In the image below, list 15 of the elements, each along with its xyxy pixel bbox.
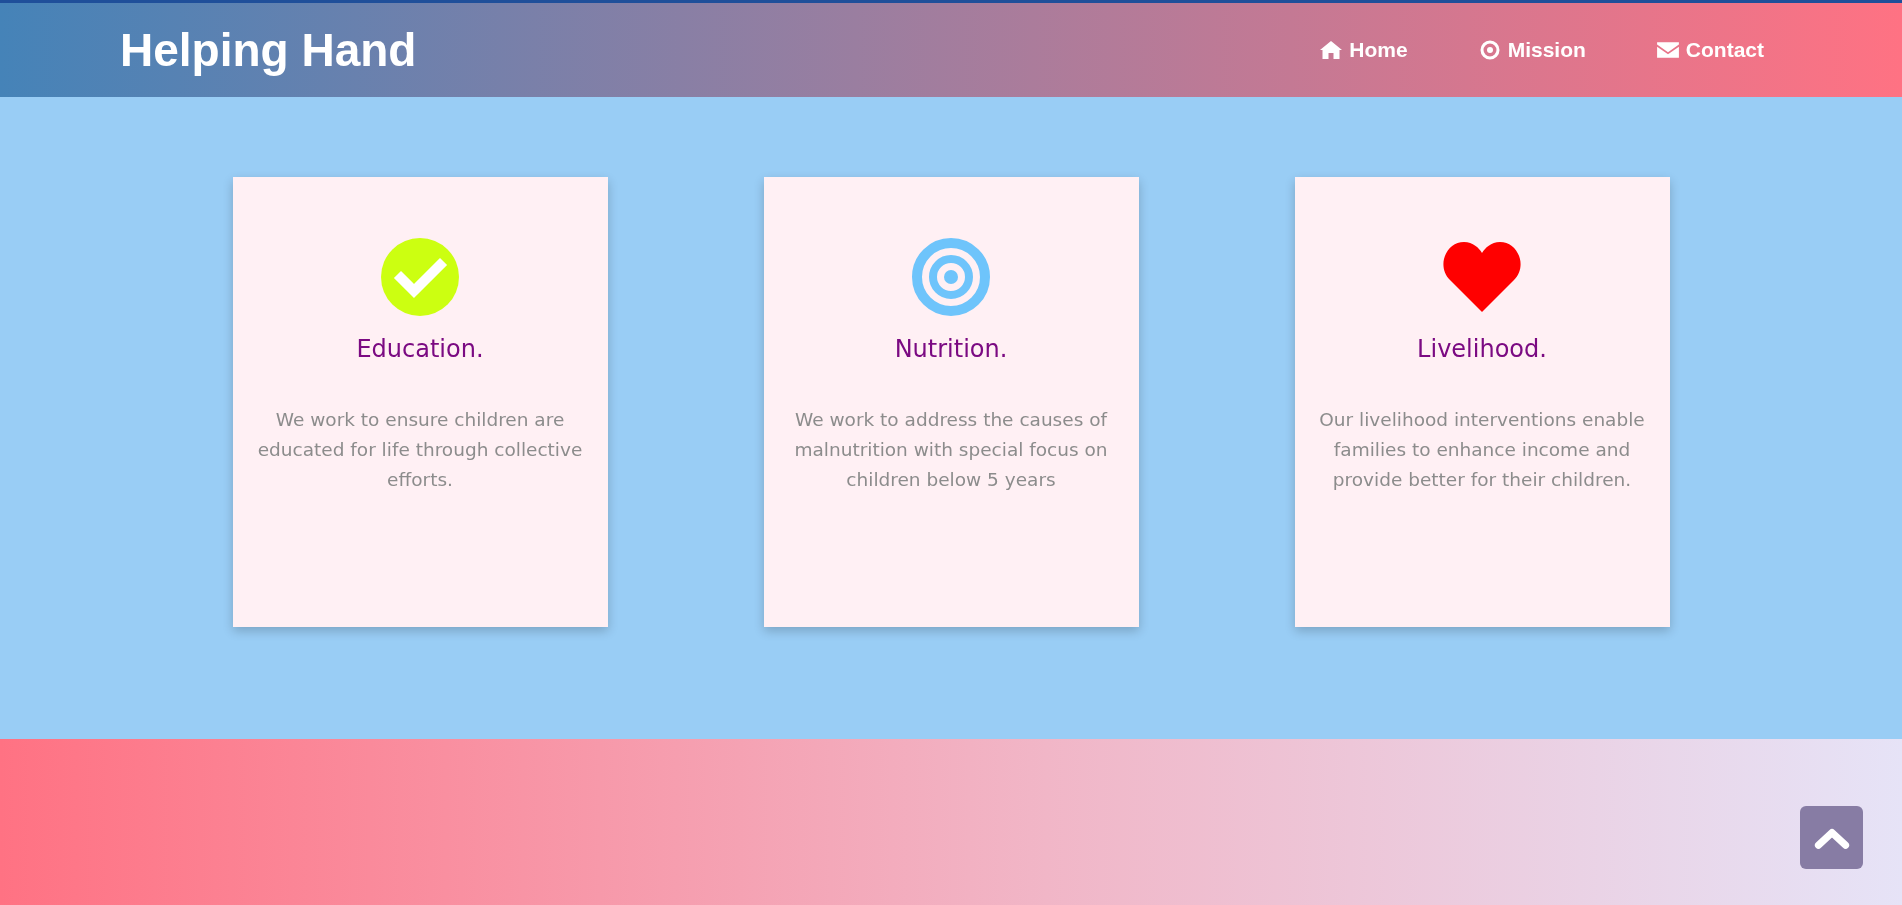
scroll-top-button[interactable] bbox=[1800, 806, 1863, 869]
nav-link[interactable]: Home bbox=[1319, 38, 1408, 62]
card-title: Livelihood. bbox=[1417, 335, 1547, 363]
check-circle-icon bbox=[380, 237, 460, 317]
card-title: Nutrition. bbox=[894, 335, 1008, 363]
envelope-icon bbox=[1655, 40, 1680, 60]
card-text: We work to address the causes of malnutrition with special focus on children below 5 years bbox=[793, 408, 1109, 492]
home-icon bbox=[1319, 40, 1344, 60]
site-logo[interactable]: Helping Hand bbox=[120, 23, 417, 77]
card-text: Our livelihood interventions enable families to enhance income and provide better for their children. bbox=[1318, 408, 1646, 492]
target-icon bbox=[911, 237, 991, 317]
nav-link[interactable]: Contact bbox=[1655, 38, 1764, 62]
card-title: Education. bbox=[356, 335, 484, 363]
nav-link[interactable]: Mission bbox=[1477, 38, 1586, 62]
card-text: We work to ensure children are educated for life through collective efforts. bbox=[256, 408, 584, 492]
